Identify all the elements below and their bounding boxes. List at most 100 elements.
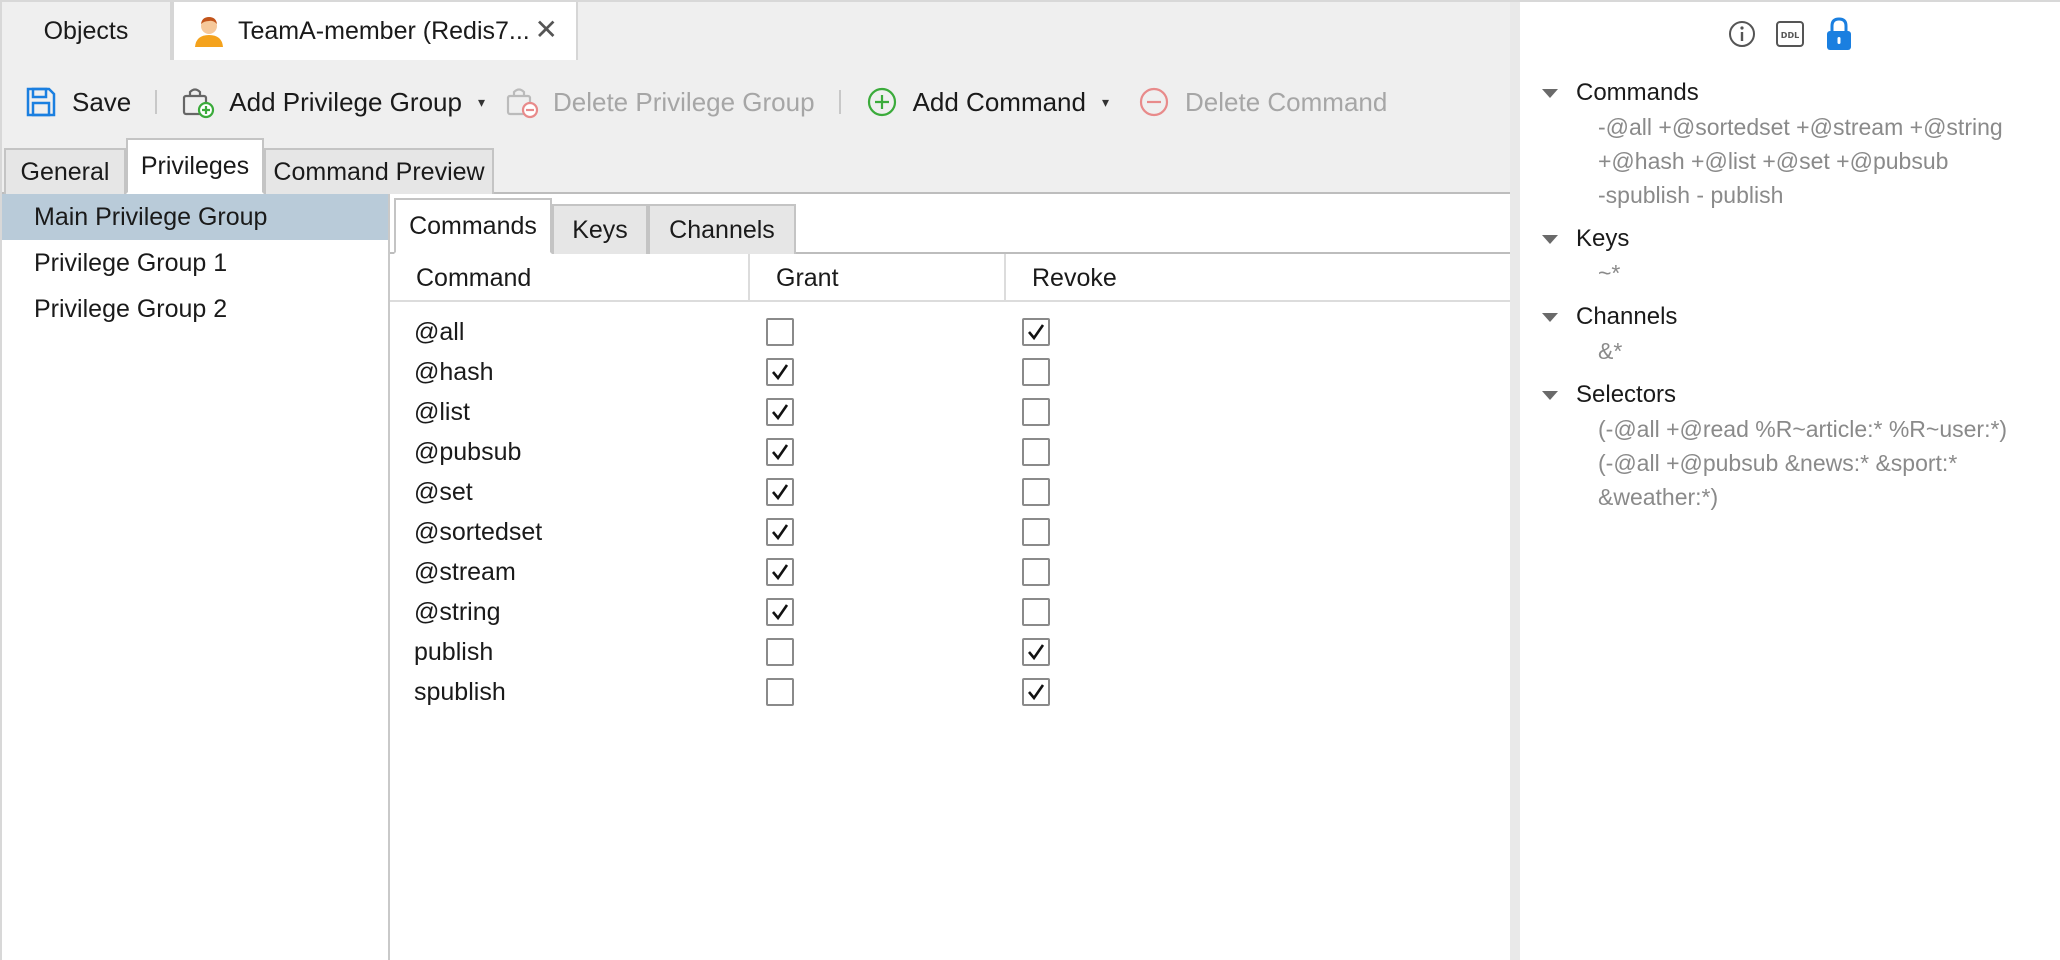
info-icon[interactable]	[1727, 19, 1757, 49]
table-row[interactable]: @all	[390, 312, 1510, 352]
tab-privileges[interactable]: Privileges	[126, 138, 264, 194]
revoke-checkbox[interactable]	[1022, 398, 1050, 426]
expand-caret-icon[interactable]	[1542, 88, 1558, 98]
expand-caret-icon[interactable]	[1542, 312, 1558, 322]
grant-checkbox[interactable]	[766, 558, 794, 586]
group-item-label: Privilege Group 2	[34, 294, 228, 323]
revoke-checkbox[interactable]	[1022, 478, 1050, 506]
revoke-checkbox[interactable]	[1022, 558, 1050, 586]
tree-node-label: Channels	[1576, 303, 1678, 330]
document-tab-bar: Objects TeamA-member (Redis7... ✕	[2, 2, 1510, 60]
command-name: @stream	[414, 557, 516, 586]
grant-checkbox[interactable]	[766, 318, 794, 346]
revoke-checkbox[interactable]	[1022, 518, 1050, 546]
command-name: @pubsub	[414, 437, 522, 466]
revoke-checkbox[interactable]	[1022, 638, 1050, 666]
delete-group-label: Delete Privilege Group	[552, 86, 815, 117]
tree-node-commands[interactable]: Commands	[1540, 76, 2050, 110]
tree-section-keys: Keys ~*	[1540, 222, 2050, 290]
group-item-1[interactable]: Privilege Group 1	[2, 240, 388, 286]
tree-node-label: Commands	[1576, 79, 1699, 106]
tab-channels[interactable]: Channels	[648, 204, 796, 254]
table-row[interactable]: @sortedset	[390, 512, 1510, 552]
table-row[interactable]: @hash	[390, 352, 1510, 392]
revoke-checkbox[interactable]	[1022, 318, 1050, 346]
pane-splitter[interactable]	[1510, 2, 1520, 960]
command-name: @sortedset	[414, 517, 543, 546]
tab-command-preview[interactable]: Command Preview	[264, 148, 494, 194]
revoke-checkbox[interactable]	[1022, 678, 1050, 706]
column-header-label: Command	[416, 263, 532, 292]
tab-objects[interactable]: Objects	[2, 2, 172, 60]
tree-node-content: (-@all +@read %R~article:* %R~user:*) (-…	[1540, 412, 2050, 514]
tree-node-label: Keys	[1576, 225, 1630, 252]
grant-checkbox[interactable]	[766, 518, 794, 546]
table-row[interactable]: @string	[390, 592, 1510, 632]
commands-table: Command Grant Revoke @all @hash @list @p…	[390, 254, 1510, 712]
tree-node-content: &*	[1540, 334, 2050, 368]
revoke-checkbox[interactable]	[1022, 358, 1050, 386]
expand-caret-icon[interactable]	[1542, 390, 1558, 400]
delete-command-button[interactable]: Delete Command	[1127, 72, 1397, 132]
column-header-revoke[interactable]: Revoke	[1006, 254, 1510, 302]
grant-checkbox[interactable]	[766, 398, 794, 426]
ddl-icon-text: DDL	[1781, 31, 1799, 40]
revoke-checkbox[interactable]	[1022, 438, 1050, 466]
table-row[interactable]: @list	[390, 392, 1510, 432]
command-name: spublish	[414, 677, 506, 706]
group-item-label: Privilege Group 1	[34, 248, 228, 277]
tab-general[interactable]: General	[4, 148, 126, 194]
revoke-checkbox[interactable]	[1022, 598, 1050, 626]
chevron-down-icon[interactable]: ▾	[478, 94, 485, 111]
grant-checkbox[interactable]	[766, 478, 794, 506]
group-item-main[interactable]: Main Privilege Group	[2, 194, 388, 240]
grant-checkbox[interactable]	[766, 638, 794, 666]
add-group-label: Add Privilege Group	[229, 86, 462, 117]
table-row[interactable]: publish	[390, 632, 1510, 672]
grant-checkbox[interactable]	[766, 598, 794, 626]
add-privilege-group-button[interactable]: Add Privilege Group ▾	[171, 72, 495, 132]
ddl-icon[interactable]: DDL	[1775, 19, 1805, 49]
remove-circle-icon	[1139, 87, 1169, 117]
column-header-command[interactable]: Command	[390, 254, 750, 302]
grant-checkbox[interactable]	[766, 678, 794, 706]
delete-command-label: Delete Command	[1185, 86, 1388, 117]
delete-privilege-group-button[interactable]: Delete Privilege Group	[495, 72, 825, 132]
tree-node-selectors[interactable]: Selectors	[1540, 378, 2050, 412]
grant-checkbox[interactable]	[766, 438, 794, 466]
tab-user-label: TeamA-member (Redis7...	[238, 16, 530, 45]
chevron-down-icon[interactable]: ▾	[1102, 94, 1109, 111]
tab-keys[interactable]: Keys	[552, 204, 648, 254]
toolbar-separator	[155, 90, 158, 114]
table-row[interactable]: spublish	[390, 672, 1510, 712]
command-name: @hash	[414, 357, 494, 386]
command-name: @set	[414, 477, 473, 506]
grant-checkbox[interactable]	[766, 358, 794, 386]
table-row[interactable]: @stream	[390, 552, 1510, 592]
table-row[interactable]: @set	[390, 472, 1510, 512]
preview-line: -@all +@sortedset +@stream +@string	[1598, 114, 2003, 140]
tab-user-editor[interactable]: TeamA-member (Redis7... ✕	[172, 2, 578, 60]
table-row[interactable]: @pubsub	[390, 432, 1510, 472]
editor-tab-bar: General Privileges Command Preview	[2, 138, 1510, 194]
tree-section-commands: Commands -@all +@sortedset +@stream +@st…	[1540, 76, 2050, 212]
save-button[interactable]: Save	[14, 72, 141, 132]
expand-caret-icon[interactable]	[1542, 234, 1558, 244]
tree-node-content: -@all +@sortedset +@stream +@string +@ha…	[1540, 110, 2050, 212]
lock-icon[interactable]	[1823, 16, 1855, 52]
group-item-2[interactable]: Privilege Group 2	[2, 286, 388, 332]
add-circle-icon	[867, 87, 896, 117]
delete-group-icon	[506, 88, 539, 119]
close-tab-icon[interactable]: ✕	[535, 14, 558, 46]
tab-commands[interactable]: Commands	[394, 198, 552, 254]
add-command-button[interactable]: Add Command ▾	[855, 72, 1119, 132]
toolbar-separator	[838, 90, 841, 114]
toolbar: Save Add Privilege Group ▾ Delete Privil…	[2, 60, 1510, 144]
table-header: Command Grant Revoke	[390, 254, 1510, 302]
editor-pane: Objects TeamA-member (Redis7... ✕ Save A…	[2, 2, 1510, 960]
preview-line: ~*	[1598, 260, 1621, 286]
save-label: Save	[72, 86, 132, 117]
tree-node-keys[interactable]: Keys	[1540, 222, 2050, 256]
column-header-grant[interactable]: Grant	[750, 254, 1006, 302]
tree-node-channels[interactable]: Channels	[1540, 300, 2050, 334]
